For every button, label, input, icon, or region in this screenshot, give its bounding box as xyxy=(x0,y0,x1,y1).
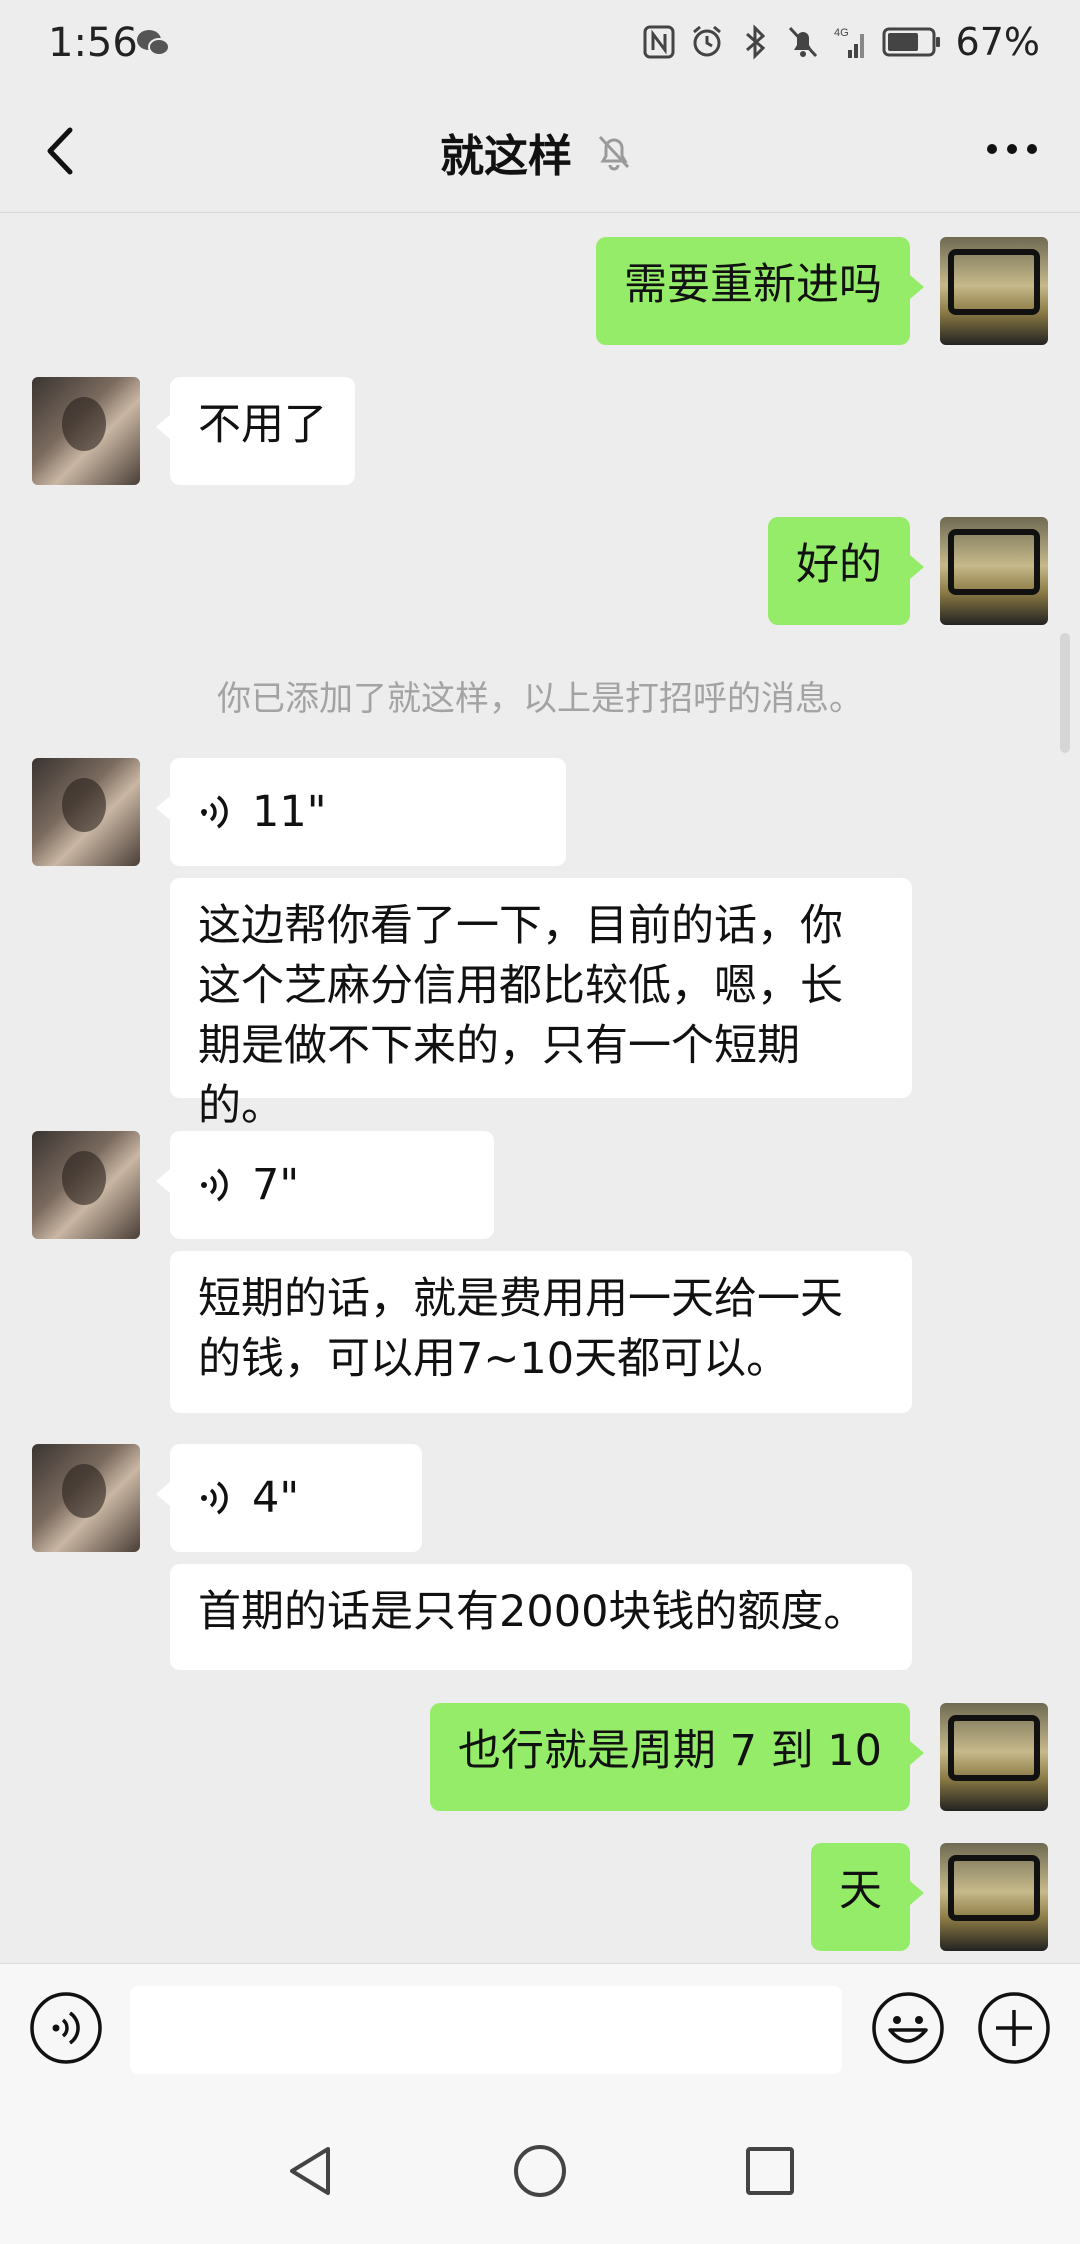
transcript-line: 期是做不下来的，只有一个短期的。 xyxy=(198,1021,800,1131)
battery-percent: 67% xyxy=(955,20,1040,64)
message-list[interactable]: 需要重新进吗 不用了 好的 你已添加了就这样，以上是打招呼的消息。 11" 这边… xyxy=(0,213,1080,1963)
voice-duration: 7" xyxy=(252,1160,300,1210)
voice-transcript[interactable]: 这边帮你看了一下，目前的话，你 这个芝麻分信用都比较低，嗯，长 期是做不下来的，… xyxy=(170,878,912,1131)
system-nav-bar xyxy=(0,2095,1080,2244)
emoji-icon[interactable] xyxy=(870,1990,946,2066)
chevron-left-icon[interactable] xyxy=(40,124,80,178)
nfc-icon xyxy=(643,25,675,59)
outgoing-message[interactable]: 也行就是周期 7 到 10 xyxy=(429,1703,925,1811)
transcript-line: 短期的话，就是费用用一天给一天 xyxy=(198,1274,843,1324)
my-avatar[interactable] xyxy=(940,1703,1048,1811)
voice-duration: 4" xyxy=(252,1473,300,1523)
battery-icon xyxy=(882,27,940,57)
signal-icon: 4G xyxy=(834,27,864,58)
my-avatar[interactable] xyxy=(940,237,1048,345)
message-text: 需要重新进吗 xyxy=(624,260,882,310)
contact-avatar[interactable] xyxy=(32,1131,140,1239)
bell-off-icon xyxy=(598,135,630,171)
more-dots-icon[interactable] xyxy=(984,134,1040,164)
status-time: 1:56 xyxy=(48,20,138,66)
voice-duration: 11" xyxy=(252,787,327,837)
svg-text:4G: 4G xyxy=(834,27,849,39)
plus-icon[interactable] xyxy=(976,1990,1052,2066)
transcript-line: 这个芝麻分信用都比较低，嗯，长 xyxy=(198,961,843,1011)
voice-wave-icon xyxy=(201,795,228,829)
contact-avatar[interactable] xyxy=(32,758,140,866)
message-text: 也行就是周期 7 到 10 xyxy=(457,1726,882,1776)
contact-avatar[interactable] xyxy=(32,1444,140,1552)
silent-bell-icon xyxy=(788,26,817,58)
square-recent-icon[interactable] xyxy=(740,2141,800,2201)
transcript-line: 这边帮你看了一下，目前的话，你 xyxy=(198,901,843,951)
chat-title: 就这样 xyxy=(440,131,572,182)
circle-home-icon[interactable] xyxy=(510,2141,570,2201)
triangle-back-icon[interactable] xyxy=(280,2141,340,2201)
outgoing-message[interactable]: 好的 xyxy=(768,517,924,625)
incoming-message[interactable]: 不用了 xyxy=(156,377,355,485)
voice-transcript[interactable]: 短期的话，就是费用用一天给一天 的钱，可以用7~10天都可以。 xyxy=(170,1251,912,1413)
outgoing-message[interactable]: 天 xyxy=(811,1843,924,1951)
message-input[interactable] xyxy=(130,1986,842,2074)
voice-input-icon[interactable] xyxy=(28,1990,104,2066)
contact-avatar[interactable] xyxy=(32,377,140,485)
message-text: 好的 xyxy=(796,540,882,590)
voice-message[interactable]: 7" xyxy=(156,1131,494,1239)
voice-wave-icon xyxy=(201,1168,228,1202)
voice-message[interactable]: 4" xyxy=(156,1444,422,1552)
system-notice: 你已添加了就这样，以上是打招呼的消息。 xyxy=(217,679,863,719)
message-text: 天 xyxy=(839,1866,882,1916)
message-text: 不用了 xyxy=(198,400,327,450)
outgoing-message[interactable]: 需要重新进吗 xyxy=(596,237,924,345)
wechat-notification-icon xyxy=(137,30,170,56)
transcript-line: 首期的话是只有2000块钱的额度。 xyxy=(198,1587,867,1637)
chat-title-group[interactable]: 就这样 xyxy=(440,120,632,184)
transcript-line: 的钱，可以用7~10天都可以。 xyxy=(198,1334,790,1384)
status-icons: 4G 67% xyxy=(642,20,1040,64)
voice-message[interactable]: 11" xyxy=(156,758,566,866)
status-bar: 1:56 4G 67% xyxy=(0,0,1080,90)
my-avatar[interactable] xyxy=(940,1843,1048,1951)
alarm-icon xyxy=(692,25,721,57)
input-bar xyxy=(0,1963,1080,2096)
bluetooth-icon xyxy=(745,24,765,60)
voice-transcript[interactable]: 首期的话是只有2000块钱的额度。 xyxy=(170,1564,912,1670)
my-avatar[interactable] xyxy=(940,517,1048,625)
chat-header: 就这样 xyxy=(0,90,1080,213)
voice-wave-icon xyxy=(201,1481,228,1515)
